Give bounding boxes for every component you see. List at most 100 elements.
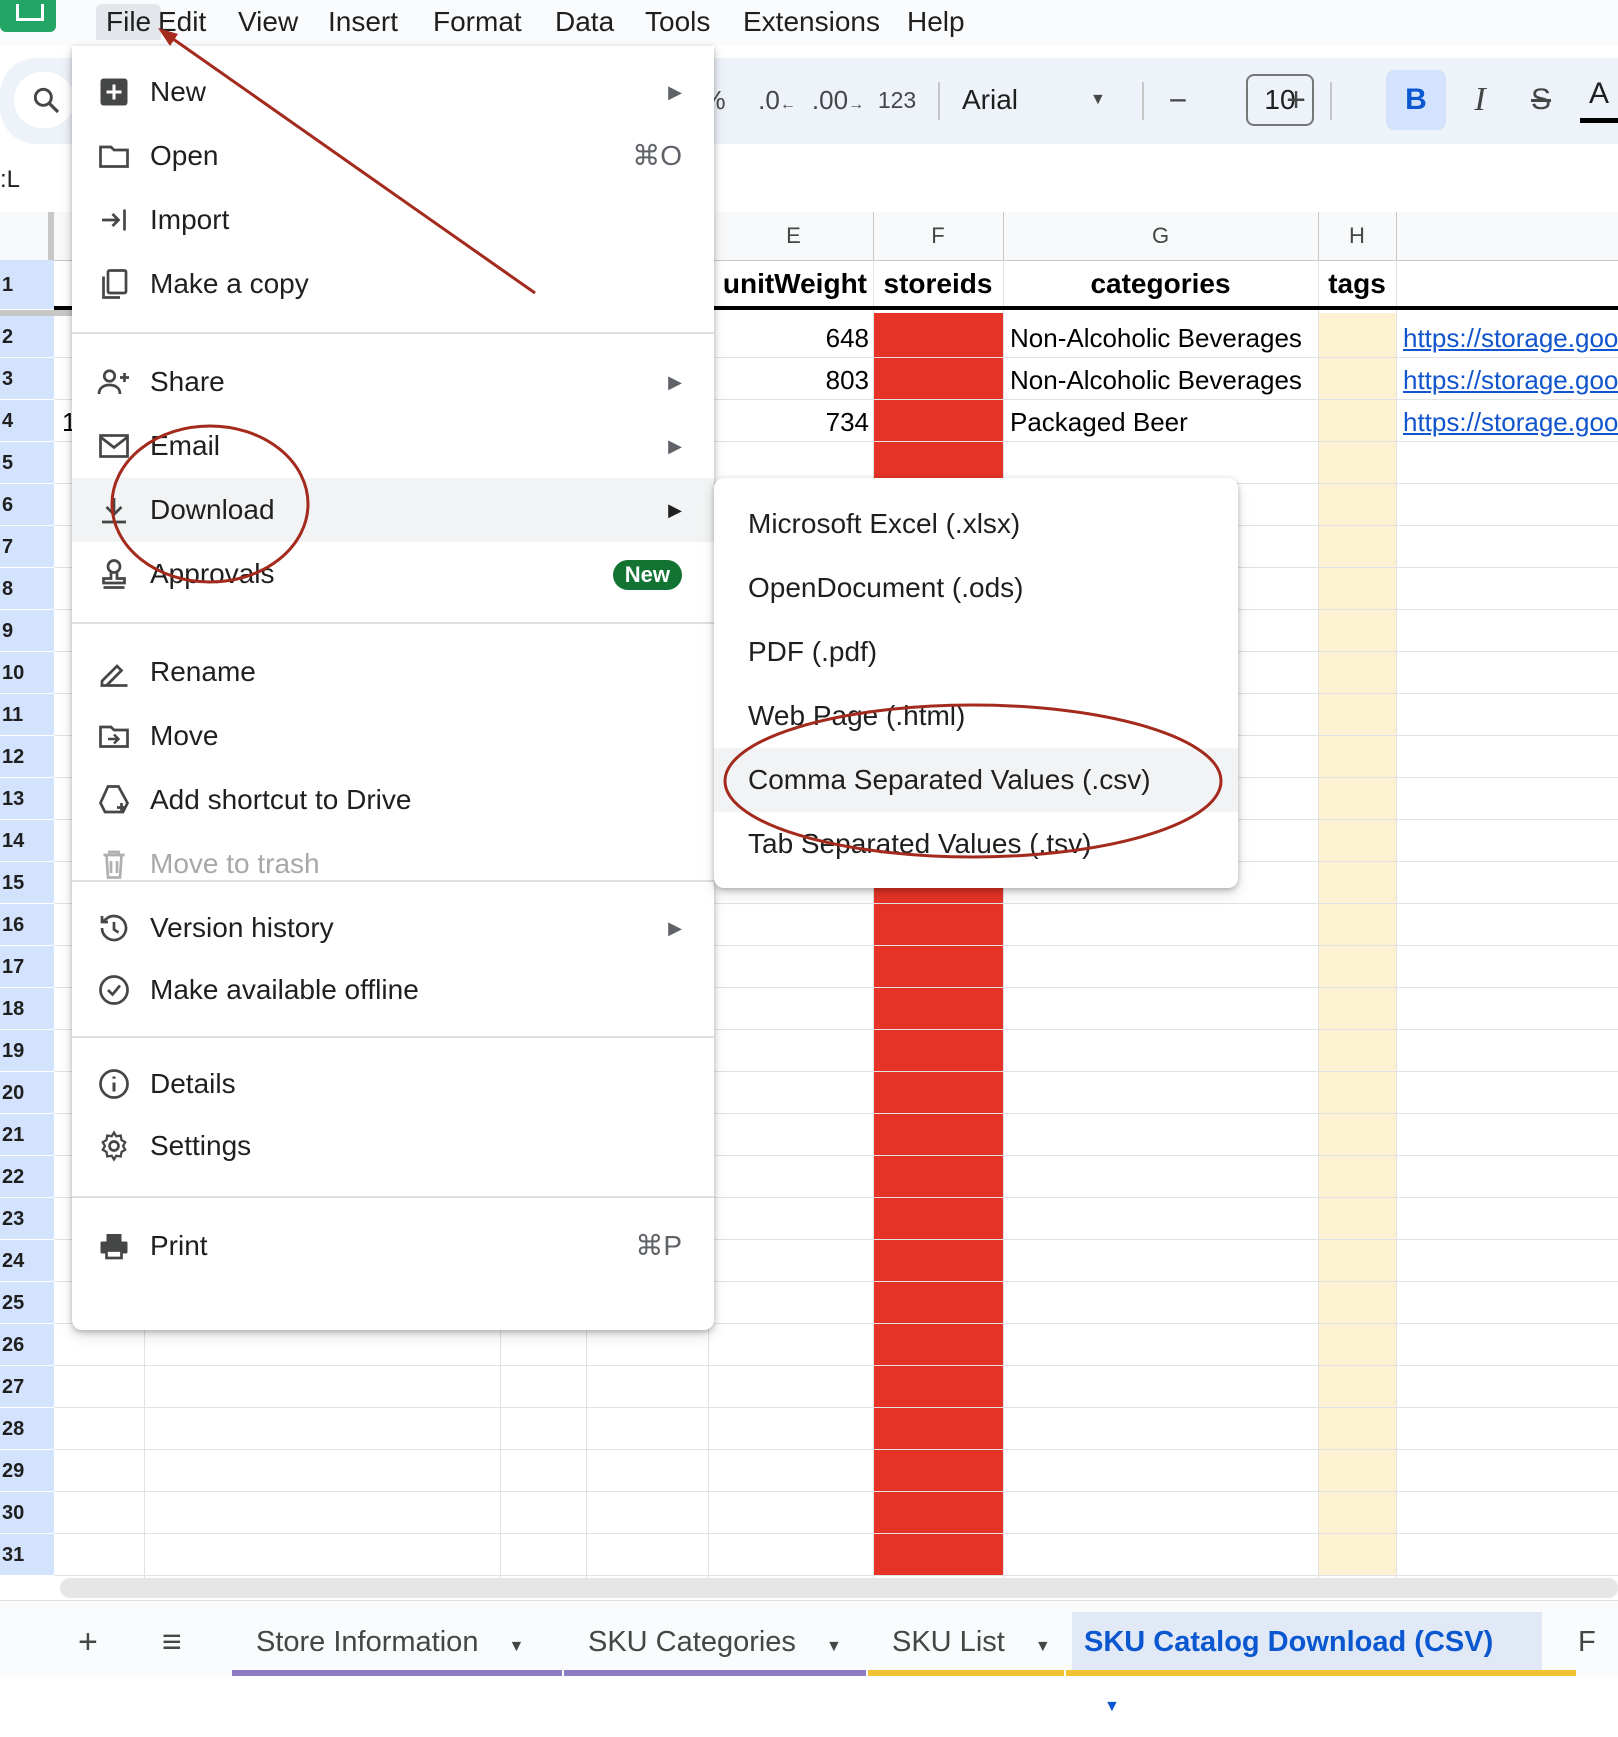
row-header-21[interactable]: 21 xyxy=(0,1114,54,1156)
file-menu-version-history[interactable]: Version history ▶ xyxy=(72,896,714,960)
bold-button[interactable]: B xyxy=(1386,70,1446,130)
row-header-5[interactable]: 5 xyxy=(0,442,54,484)
header-storeids[interactable]: storeids xyxy=(873,260,1003,308)
tab-sku-list[interactable]: SKU List ▼ xyxy=(874,1612,1069,1672)
row-header-12[interactable]: 12 xyxy=(0,736,54,778)
row-header-4[interactable]: 4 xyxy=(0,400,54,442)
cell-e4[interactable]: 734 xyxy=(714,401,869,443)
row-header-24[interactable]: 24 xyxy=(0,1240,54,1282)
sheets-logo-icon[interactable] xyxy=(0,0,56,32)
row-header-22[interactable]: 22 xyxy=(0,1156,54,1198)
file-menu-share[interactable]: Share ▶ xyxy=(72,350,714,414)
row-header-9[interactable]: 9 xyxy=(0,610,54,652)
download-tsv[interactable]: Tab Separated Values (.tsv) xyxy=(714,812,1238,876)
column-header-f[interactable]: F xyxy=(873,212,1004,260)
more-formats-button[interactable]: 123 xyxy=(872,74,922,126)
row-header-2[interactable]: 2 xyxy=(0,316,54,358)
select-all-corner[interactable] xyxy=(0,212,54,260)
menu-tools[interactable]: Tools xyxy=(635,4,720,40)
cell-i2-link[interactable]: https://storage.goo xyxy=(1403,317,1618,359)
file-menu-print[interactable]: Print ⌘P xyxy=(72,1214,714,1278)
strikethrough-button[interactable]: S xyxy=(1514,74,1568,126)
row-header-25[interactable]: 25 xyxy=(0,1282,54,1324)
horizontal-scrollbar[interactable] xyxy=(60,1578,1618,1598)
file-menu-move[interactable]: Move xyxy=(72,704,714,768)
increase-font-size-button[interactable]: + xyxy=(1276,74,1316,126)
text-color-button[interactable]: A xyxy=(1580,74,1618,123)
row-header-10[interactable]: 10 xyxy=(0,652,54,694)
menu-format[interactable]: Format xyxy=(423,4,532,40)
menu-extensions[interactable]: Extensions xyxy=(733,4,890,40)
menu-insert[interactable]: Insert xyxy=(318,4,408,40)
row-header-26[interactable]: 26 xyxy=(0,1324,54,1366)
row-header-15[interactable]: 15 xyxy=(0,862,54,904)
download-ods[interactable]: OpenDocument (.ods) xyxy=(714,556,1238,620)
search-menus-button[interactable] xyxy=(14,72,74,128)
file-menu-import[interactable]: Import xyxy=(72,188,714,252)
file-menu-open[interactable]: Open ⌘O xyxy=(72,124,714,188)
row-header-11[interactable]: 11 xyxy=(0,694,54,736)
cell-e2[interactable]: 648 xyxy=(714,317,869,359)
download-pdf[interactable]: PDF (.pdf) xyxy=(714,620,1238,684)
row-header-13[interactable]: 13 xyxy=(0,778,54,820)
name-box[interactable]: :L xyxy=(0,166,20,194)
row-header-8[interactable]: 8 xyxy=(0,568,54,610)
download-xlsx[interactable]: Microsoft Excel (.xlsx) xyxy=(714,492,1238,556)
column-header-h[interactable]: H xyxy=(1318,212,1397,260)
header-categories[interactable]: categories xyxy=(1003,260,1318,308)
tab-sku-categories[interactable]: SKU Categories ▼ xyxy=(570,1612,860,1672)
cell-g4[interactable]: Packaged Beer xyxy=(1010,401,1315,443)
file-menu-make-copy[interactable]: Make a copy xyxy=(72,252,714,316)
cell-g2[interactable]: Non-Alcoholic Beverages xyxy=(1010,317,1315,359)
file-menu-email[interactable]: Email ▶ xyxy=(72,414,714,478)
row-header-28[interactable]: 28 xyxy=(0,1408,54,1450)
cell-i4-link[interactable]: https://storage.goo xyxy=(1403,401,1618,443)
header-tags[interactable]: tags xyxy=(1318,260,1396,308)
row-header-18[interactable]: 18 xyxy=(0,988,54,1030)
increase-decimal-button[interactable]: .00→ xyxy=(810,74,866,126)
tab-sku-catalog-download-csv[interactable]: SKU Catalog Download (CSV) ▼ xyxy=(1072,1612,1542,1715)
download-csv[interactable]: Comma Separated Values (.csv) xyxy=(714,748,1238,812)
file-menu-new[interactable]: New ▶ xyxy=(72,60,714,124)
row-header-29[interactable]: 29 xyxy=(0,1450,54,1492)
file-menu-settings[interactable]: Settings xyxy=(72,1114,714,1178)
row-header-17[interactable]: 17 xyxy=(0,946,54,988)
file-menu-download[interactable]: Download ▶ xyxy=(72,478,714,542)
row-header-20[interactable]: 20 xyxy=(0,1072,54,1114)
all-sheets-button[interactable]: ≡ xyxy=(144,1612,200,1672)
menu-data[interactable]: Data xyxy=(545,4,624,40)
decrease-font-size-button[interactable]: − xyxy=(1158,74,1198,126)
file-menu-details[interactable]: Details xyxy=(72,1052,714,1116)
row-header-3[interactable]: 3 xyxy=(0,358,54,400)
column-header-e[interactable]: E xyxy=(714,212,874,260)
row-header-27[interactable]: 27 xyxy=(0,1366,54,1408)
header-unitweight[interactable]: unitWeight xyxy=(714,260,873,308)
decrease-decimal-button[interactable]: .0← xyxy=(752,74,802,126)
row-header-7[interactable]: 7 xyxy=(0,526,54,568)
font-family-select[interactable]: Arial ▼ xyxy=(962,74,1112,126)
cell-g3[interactable]: Non-Alcoholic Beverages xyxy=(1010,359,1315,401)
row-header-31[interactable]: 31 xyxy=(0,1534,54,1576)
row-header-23[interactable]: 23 xyxy=(0,1198,54,1240)
add-sheet-button[interactable]: + xyxy=(60,1612,116,1672)
file-menu-rename[interactable]: Rename xyxy=(72,640,714,704)
row-header-19[interactable]: 19 xyxy=(0,1030,54,1072)
column-header-g[interactable]: G xyxy=(1003,212,1319,260)
row-header-14[interactable]: 14 xyxy=(0,820,54,862)
download-html[interactable]: Web Page (.html) xyxy=(714,684,1238,748)
cell-i3-link[interactable]: https://storage.goo xyxy=(1403,359,1618,401)
row-header-6[interactable]: 6 xyxy=(0,484,54,526)
file-menu-offline[interactable]: Make available offline xyxy=(72,958,714,1022)
row-header-1[interactable]: 1 xyxy=(0,260,54,310)
row-header-16[interactable]: 16 xyxy=(0,904,54,946)
menu-edit[interactable]: Edit xyxy=(148,4,216,40)
row-header-30[interactable]: 30 xyxy=(0,1492,54,1534)
tab-store-information[interactable]: Store Information ▼ xyxy=(238,1612,542,1672)
menu-help[interactable]: Help xyxy=(897,4,975,40)
italic-button[interactable]: I xyxy=(1456,74,1504,126)
cell-e3[interactable]: 803 xyxy=(714,359,869,401)
tab-overflow[interactable]: F xyxy=(1578,1612,1596,1672)
menu-view[interactable]: View xyxy=(228,4,308,40)
file-menu-approvals[interactable]: Approvals New xyxy=(72,542,714,606)
file-menu-add-shortcut[interactable]: Add shortcut to Drive xyxy=(72,768,714,832)
